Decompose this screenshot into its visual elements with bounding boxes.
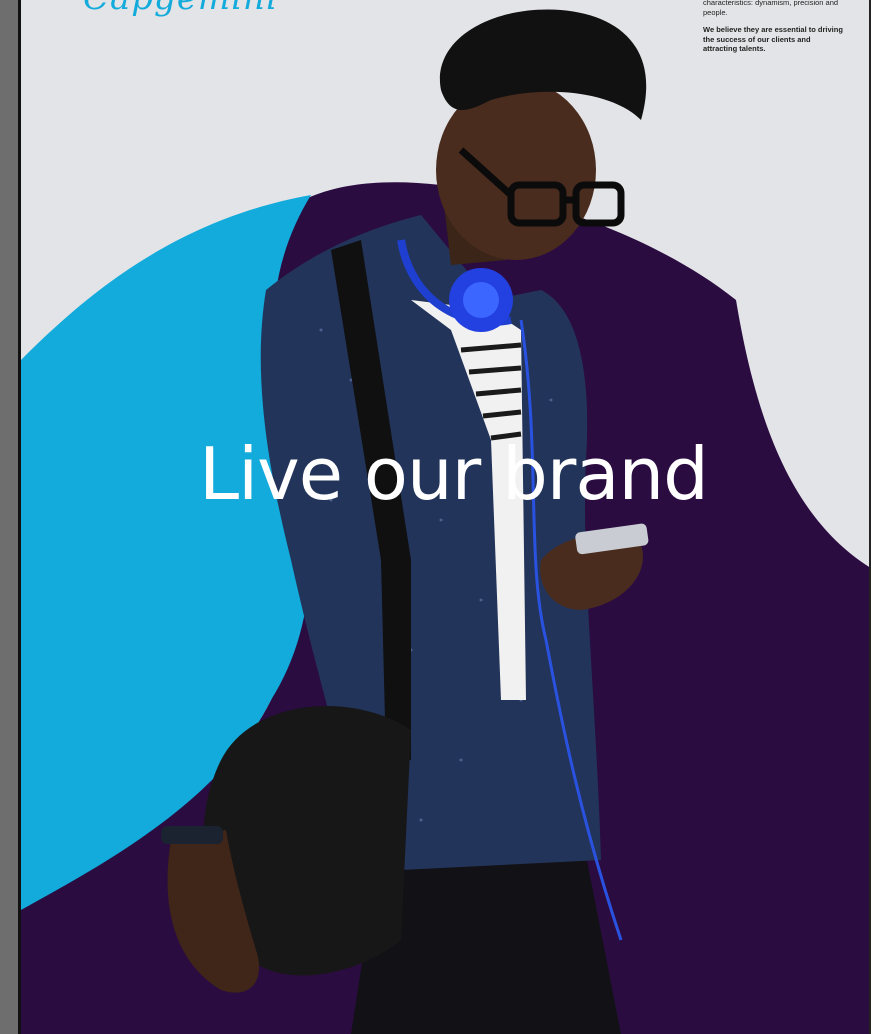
bracelet xyxy=(161,826,223,844)
brand-poster: Capgemini characteristics: dynamism, pre… xyxy=(18,0,871,1034)
model-photo xyxy=(161,9,649,1034)
headline: Live our brand xyxy=(199,432,709,516)
